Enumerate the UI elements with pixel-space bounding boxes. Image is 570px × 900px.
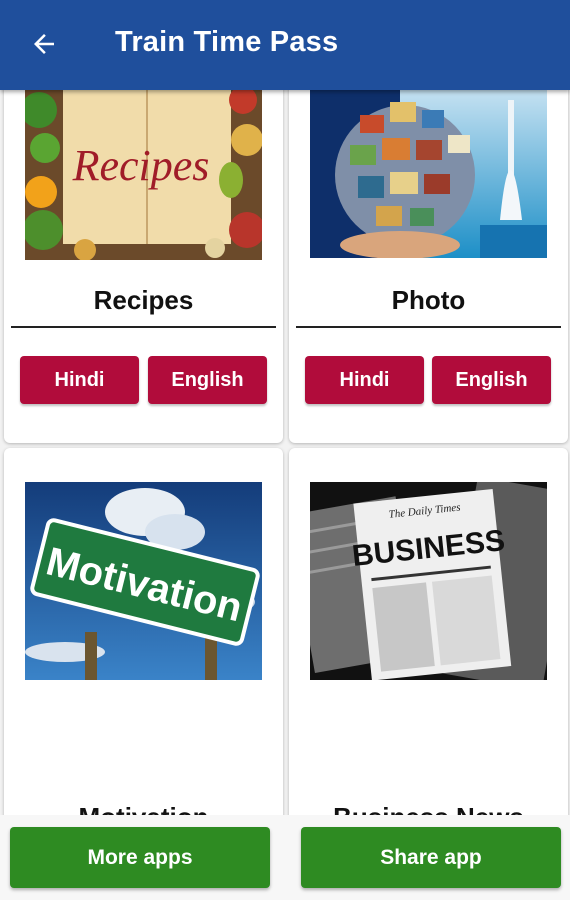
card-recipes: Recipes Recipes Hindi English <box>4 90 283 443</box>
card-motivation: Motivation Motivation <box>4 448 283 815</box>
card-label: Business News <box>289 802 568 815</box>
recipes-image[interactable]: Recipes <box>25 90 262 260</box>
more-apps-button[interactable]: More apps <box>10 827 270 888</box>
back-button[interactable] <box>0 0 90 90</box>
page-title: Train Time Pass <box>115 25 339 58</box>
app-bar: Train Time Pass <box>0 0 570 90</box>
business-news-image[interactable]: The Daily Times BUSINESS <box>310 482 547 680</box>
photo-image[interactable] <box>310 90 547 258</box>
motivation-image[interactable]: Motivation <box>25 482 262 680</box>
card-business-news: The Daily Times BUSINESS Business News <box>289 448 568 815</box>
share-app-button[interactable]: Share app <box>301 827 561 888</box>
english-button[interactable]: English <box>148 356 267 404</box>
bottom-bar: More apps Share app <box>0 815 570 900</box>
card-label: Recipes <box>93 285 194 315</box>
recipes-image-text: Recipes <box>72 141 210 190</box>
hindi-button[interactable]: Hindi <box>20 356 139 404</box>
card-label: Motivation <box>4 802 283 815</box>
hindi-button[interactable]: Hindi <box>305 356 424 404</box>
english-button[interactable]: English <box>432 356 551 404</box>
category-grid: Recipes Recipes Hindi English Photo Hind… <box>0 90 570 815</box>
divider <box>296 326 561 328</box>
arrow-back-icon <box>34 34 54 54</box>
divider <box>11 326 276 328</box>
card-photo: Photo Hindi English <box>289 90 568 443</box>
card-label: Photo <box>391 285 466 315</box>
